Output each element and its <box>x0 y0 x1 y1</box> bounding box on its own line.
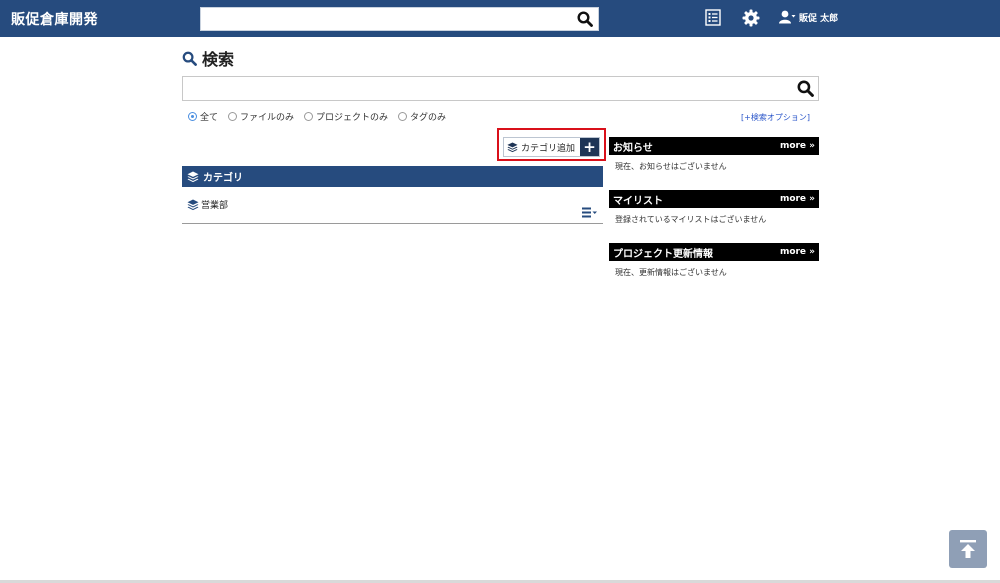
radio-dot[interactable] <box>304 112 314 121</box>
add-category-label: カテゴリ追加 <box>521 143 576 154</box>
layers-icon <box>187 199 199 210</box>
filter-label: 全て <box>200 113 219 123</box>
category-item-label: 営業部 <box>201 201 229 211</box>
project-updates-widget: プロジェクト更新情報 more » 現在、更新情報はございません <box>609 243 819 278</box>
top-header: 販促倉庫開発 販促 太郎 <box>0 0 1000 37</box>
filter-files-radio[interactable]: ファイルのみ <box>228 110 294 123</box>
search-input[interactable] <box>183 77 783 100</box>
category-item-link[interactable]: 営業部 <box>187 198 228 211</box>
user-menu[interactable]: 販促 太郎 <box>779 10 838 24</box>
widget-header: お知らせ more » <box>609 137 819 155</box>
search-filter-group: 全て ファイルのみ プロジェクトのみ タグのみ <box>188 110 456 123</box>
search-options-link[interactable]: [+検索オプション] <box>741 112 810 123</box>
filter-label: タグのみ <box>410 113 447 123</box>
widget-header: マイリスト more » <box>609 190 819 208</box>
main-search-box <box>182 76 819 101</box>
list-icon[interactable] <box>705 9 721 30</box>
filter-label: ファイルのみ <box>240 113 295 123</box>
layers-icon <box>187 171 199 182</box>
radio-dot[interactable] <box>228 112 238 121</box>
list-item: 営業部 <box>182 188 603 224</box>
filter-projects-radio[interactable]: プロジェクトのみ <box>304 110 388 123</box>
widget-message: 現在、お知らせはございません <box>615 162 727 171</box>
search-icon[interactable] <box>577 11 593 31</box>
widget-message: 登録されているマイリストはございません <box>615 215 767 224</box>
category-header-title: カテゴリ <box>203 173 243 184</box>
widget-message: 現在、更新情報はございません <box>615 268 727 277</box>
radio-dot[interactable] <box>398 112 408 121</box>
layers-icon <box>507 141 518 152</box>
header-search-box <box>200 7 599 31</box>
user-name: 販促 太郎 <box>799 13 839 24</box>
add-category-label-wrap: カテゴリ追加 <box>504 141 580 154</box>
widget-title: お知らせ <box>613 142 653 154</box>
plus-icon[interactable]: + <box>580 138 599 156</box>
widget-title: マイリスト <box>613 195 663 207</box>
mylist-widget: マイリスト more » 登録されているマイリストはございません <box>609 190 819 225</box>
more-link[interactable]: more » <box>780 194 815 204</box>
radio-dot[interactable] <box>188 112 197 121</box>
category-header: カテゴリ <box>182 166 603 187</box>
user-icon <box>779 10 796 24</box>
filter-all-radio[interactable]: 全て <box>188 110 218 123</box>
gear-icon[interactable] <box>742 9 760 31</box>
arrow-up-to-top-icon <box>960 540 976 558</box>
header-search-input[interactable] <box>201 8 561 30</box>
hamburger-dropdown-icon[interactable] <box>582 203 598 222</box>
more-link[interactable]: more » <box>780 247 815 257</box>
news-widget: お知らせ more » 現在、お知らせはございません <box>609 137 819 172</box>
add-category-button[interactable]: カテゴリ追加 + <box>503 137 600 157</box>
page-title-text: 検索 <box>202 50 235 69</box>
back-to-top-button[interactable] <box>949 530 987 568</box>
filter-label: プロジェクトのみ <box>316 113 389 123</box>
page-title: 検索 <box>182 46 234 70</box>
widget-header: プロジェクト更新情報 more » <box>609 243 819 261</box>
more-link[interactable]: more » <box>780 141 815 151</box>
filter-tags-radio[interactable]: タグのみ <box>398 110 446 123</box>
widget-title: プロジェクト更新情報 <box>613 248 713 260</box>
search-icon <box>182 51 197 66</box>
app-title[interactable]: 販促倉庫開発 <box>11 9 98 29</box>
search-icon[interactable] <box>797 80 814 101</box>
